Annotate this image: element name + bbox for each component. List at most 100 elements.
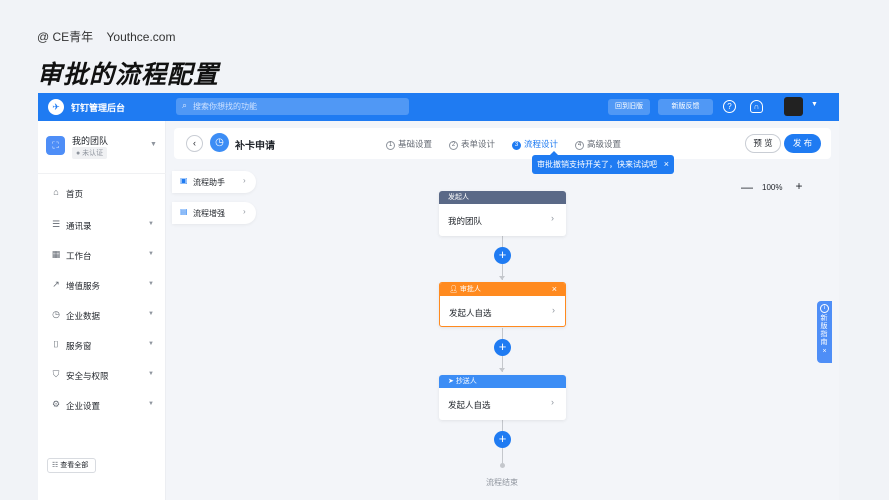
home-icon: ⌂ [53, 187, 59, 197]
sidebar-item-label: 企业数据 [66, 311, 101, 321]
view-all-button[interactable]: ☷ 查看全部 [47, 458, 96, 473]
brand-site: Youthce.com [106, 30, 176, 44]
node-body: 我的团队 [448, 216, 483, 226]
sidebar-item-contacts[interactable]: ☰ 通讯录 ▼ [38, 215, 166, 237]
step-advanced-settings[interactable]: 4 高级设置 [575, 138, 621, 150]
assistant-icon: ▣ [180, 176, 188, 185]
grid-icon: ▦ [51, 249, 61, 259]
arrow-down-icon [499, 368, 505, 372]
sidebar-item-enterprise-data[interactable]: ◷ 企业数据 ▼ [38, 305, 166, 327]
search-input[interactable] [193, 98, 403, 115]
sidebar-item-security[interactable]: ⛉ 安全与权限 ▼ [38, 365, 166, 387]
add-node-button[interactable]: + [494, 247, 511, 264]
node-header: ➤ 抄送人 [439, 375, 566, 388]
add-node-button[interactable]: + [494, 431, 511, 448]
approver-node[interactable]: 👤︎ 审批人 × 发起人自选 › [439, 282, 566, 327]
guide-label: 新版指南 [820, 315, 828, 346]
assist-label: 流程助手 [193, 178, 225, 187]
flow-enhance-panel[interactable]: ▤ 流程增强 › [172, 202, 256, 224]
team-name: 我的团队 [72, 136, 109, 146]
arrow-down-icon [499, 276, 505, 280]
chevron-right-icon: › [552, 305, 555, 315]
flow-assistant-panel[interactable]: ▣ 流程助手 › [172, 171, 256, 193]
sidebar-item-service-window[interactable]: ⌷ 服务窗 ▼ [38, 335, 166, 357]
sidebar-item-label: 企业设置 [66, 401, 101, 411]
brand-at: @ CE青年 [37, 30, 94, 44]
zoom-level: 100% [762, 183, 783, 192]
back-button[interactable]: ‹ [186, 135, 203, 152]
app-window: ✈ 钉钉管理后台 ⌕ 回到旧版 新版反馈 ? ∩ ▼ ⛶ 我的团队 ● 未认证 … [38, 93, 839, 500]
node-body: 发起人自选 [448, 400, 491, 410]
add-node-button[interactable]: + [494, 339, 511, 356]
chevron-down-icon: ▼ [148, 371, 154, 377]
step-flow-design[interactable]: 3 流程设计 [512, 138, 558, 150]
info-icon: i [820, 304, 829, 313]
chevron-right-icon: › [551, 213, 554, 223]
gear-icon: ⚙ [51, 399, 61, 409]
feedback-button[interactable]: 新版反馈 [658, 99, 713, 115]
search-icon: ⌕ [182, 100, 188, 110]
headset-icon[interactable]: ∩ [750, 100, 763, 113]
slide-title: 审批的流程配置 [37, 61, 220, 89]
form-title: 补卡申请 [235, 141, 275, 152]
chevron-down-icon[interactable]: ▼ [811, 101, 818, 108]
old-version-button[interactable]: 回到旧版 [608, 99, 650, 115]
sidebar-item-label: 首页 [66, 189, 84, 199]
slide-brand: @ CE青年 Youthce.com [37, 28, 175, 45]
chevron-down-icon: ▼ [148, 341, 154, 347]
app-title: 钉钉管理后台 [71, 103, 126, 113]
flow-end-label: 流程结束 [486, 478, 518, 487]
chevron-down-icon: ▼ [148, 311, 154, 317]
help-icon[interactable]: ? [723, 100, 736, 113]
chevron-down-icon: ▼ [148, 221, 154, 227]
sidebar-item-label: 通讯录 [66, 221, 92, 231]
sidebar-item-label: 安全与权限 [66, 371, 109, 381]
assist-label: 流程增强 [193, 209, 225, 218]
data-icon: ◷ [52, 309, 60, 319]
form-header-bar: ‹ ◷ 补卡申请 1 基础设置 2 表单设计 3 流程设计 4 高级设置 预 览 发 布 [174, 128, 831, 159]
team-icon: ⛶ [46, 136, 65, 155]
close-icon[interactable]: × [552, 283, 557, 296]
list-icon: ☷ [52, 462, 59, 469]
step-basic-settings[interactable]: 1 基础设置 [386, 138, 432, 150]
view-all-label: 查看全部 [60, 462, 89, 469]
sidebar-item-settings[interactable]: ⚙ 企业设置 ▼ [38, 395, 166, 417]
avatar[interactable] [784, 97, 803, 116]
shield-icon: ⛉ [52, 369, 60, 379]
sidebar-item-label: 增值服务 [66, 281, 101, 291]
sidebar-item-value-services[interactable]: ↗ 增值服务 ▼ [38, 275, 166, 297]
publish-button[interactable]: 发 布 [784, 134, 821, 153]
contacts-icon: ☰ [51, 219, 61, 229]
feature-tooltip: 审批撤销支持开关了，快来试试吧 × [532, 151, 674, 174]
cc-node[interactable]: ➤ 抄送人 发起人自选 › [439, 375, 566, 420]
sidebar-item-label: 工作台 [66, 251, 92, 261]
clock-icon: ◷ [210, 133, 229, 152]
sidebar-item-label: 服务窗 [66, 341, 92, 351]
initiator-node[interactable]: 发起人 我的团队 › [439, 191, 566, 236]
new-guide-tab[interactable]: i 新版指南 × [817, 301, 832, 363]
search-box[interactable]: ⌕ [176, 98, 409, 115]
chevron-right-icon: › [243, 207, 246, 216]
step-form-design[interactable]: 2 表单设计 [449, 138, 495, 150]
node-header: 发起人 [439, 191, 566, 204]
chevron-down-icon: ▼ [148, 251, 154, 257]
node-body: 发起人自选 [449, 308, 492, 318]
zoom-in-button[interactable]: + [794, 179, 804, 193]
top-bar: ✈ 钉钉管理后台 ⌕ 回到旧版 新版反馈 ? ∩ ▼ [38, 93, 839, 121]
preview-button[interactable]: 预 览 [745, 134, 781, 153]
sidebar-item-home[interactable]: ⌂ 首页 [38, 183, 166, 205]
zoom-out-button[interactable]: — [741, 180, 753, 194]
dingtalk-logo-icon[interactable]: ✈ [48, 99, 64, 115]
close-icon[interactable]: × [817, 348, 832, 355]
team-switcher[interactable]: ⛶ 我的团队 ● 未认证 ▼ [46, 132, 158, 162]
window-icon: ⌷ [53, 339, 59, 349]
enhance-icon: ▤ [180, 207, 188, 216]
trend-icon: ↗ [52, 279, 60, 289]
close-icon[interactable]: × [664, 155, 669, 174]
user-icon: 👤︎ [449, 286, 460, 293]
flow-end-dot [500, 463, 505, 468]
send-icon: ➤ [448, 378, 456, 385]
chevron-down-icon: ▼ [148, 281, 154, 287]
sidebar-item-workbench[interactable]: ▦ 工作台 ▼ [38, 245, 166, 267]
chevron-down-icon: ▼ [148, 401, 154, 407]
